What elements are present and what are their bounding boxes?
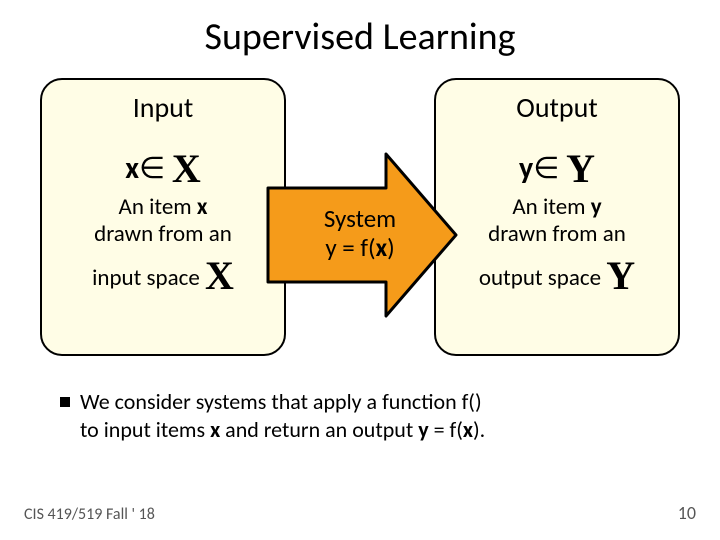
input-expression: x∈ X — [48, 141, 278, 188]
bullet: We consider systems that apply a functio… — [60, 388, 680, 443]
slide-number: 10 — [678, 502, 696, 524]
text: and return an output — [220, 416, 418, 443]
bullet-line1: We consider systems that apply a functio… — [80, 388, 482, 415]
slide-title: Supervised Learning — [0, 0, 720, 60]
slide: Supervised Learning Input x∈ X An item x… — [0, 0, 720, 540]
text: drawn from an — [94, 220, 232, 248]
footer-course: CIS 419/519 Fall ' 18 — [24, 505, 155, 524]
output-space-symbol: Y — [566, 145, 595, 192]
text-bold: x — [197, 193, 208, 221]
bullet-icon — [60, 397, 70, 407]
input-var: x — [125, 150, 139, 187]
diagram: Input x∈ X An item x drawn from an input… — [40, 78, 680, 360]
text-bold: y — [591, 193, 602, 221]
text-bold: x — [376, 232, 388, 263]
input-space-symbol: X — [205, 252, 234, 299]
input-box: Input x∈ X An item x drawn from an input… — [40, 78, 286, 356]
input-heading: Input — [48, 90, 278, 125]
member-symbol: ∈ — [533, 150, 566, 187]
arrow: System y = f(x) — [258, 150, 462, 320]
input-space-symbol: X — [172, 145, 201, 192]
text-bold: x — [463, 416, 473, 443]
text-bold: y — [418, 416, 428, 443]
arrow-label: System y = f(x) — [258, 150, 462, 320]
member-symbol: ∈ — [139, 150, 172, 187]
text: ) — [387, 232, 395, 263]
text: = f( — [429, 416, 463, 443]
output-expression: y∈ Y — [442, 141, 672, 188]
text: output space — [479, 264, 606, 292]
text: drawn from an — [488, 220, 626, 248]
output-heading: Output — [442, 90, 672, 125]
output-box: Output y∈ Y An item y drawn from an outp… — [434, 78, 680, 356]
output-var: y — [519, 150, 533, 187]
text: to input items — [80, 416, 210, 443]
text: An item — [512, 193, 590, 221]
text: An item — [119, 193, 197, 221]
output-description: An item y drawn from an output space Y — [442, 194, 672, 295]
arrow-line2: y = f(x) — [325, 234, 394, 263]
text: ). — [473, 416, 485, 443]
text: input space — [92, 264, 205, 292]
text: y = f( — [325, 232, 375, 263]
output-space-symbol: Y — [606, 252, 635, 299]
arrow-line1: System — [324, 205, 396, 234]
text-bold: x — [210, 416, 220, 443]
input-description: An item x drawn from an input space X — [48, 194, 278, 295]
